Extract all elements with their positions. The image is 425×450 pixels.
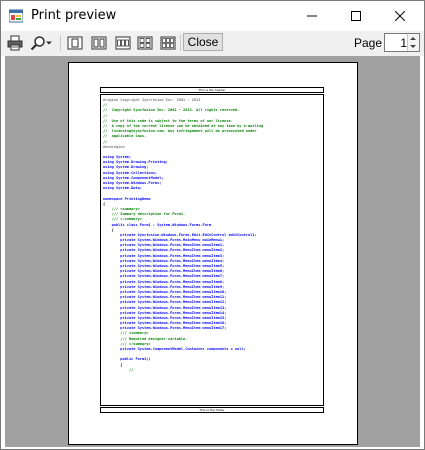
preview-page: This is the header #region Copyright Syn… — [68, 62, 358, 445]
chevron-down-icon — [46, 41, 52, 45]
window-title: Print preview — [31, 8, 117, 23]
maximize-button[interactable] — [334, 1, 378, 31]
page-header: This is the header — [100, 87, 324, 93]
minimize-icon — [307, 15, 317, 17]
two-pages-icon — [91, 36, 107, 50]
page-footer: This is the footer — [100, 407, 324, 413]
six-pages-icon — [160, 36, 176, 50]
four-pages-icon — [137, 36, 153, 50]
toolbar-separator — [60, 35, 61, 51]
one-page-icon — [67, 36, 83, 50]
page-stepper[interactable] — [384, 33, 420, 52]
zoom-button[interactable] — [26, 33, 56, 53]
app-icon — [9, 9, 23, 23]
preview-toolbar: Close Page — [1, 31, 424, 56]
print-button[interactable] — [4, 33, 26, 53]
page-label: Page — [354, 36, 383, 50]
close-window-button[interactable] — [378, 1, 422, 31]
three-pages-icon — [115, 36, 131, 50]
chevron-up-icon[interactable] — [410, 37, 416, 40]
code-listing: #region Copyright Syncfusion Inc. 2001 -… — [103, 98, 321, 373]
magnifier-icon — [30, 36, 45, 51]
three-pages-button[interactable] — [113, 33, 133, 53]
code-line: // — [103, 367, 134, 372]
title-bar: Print preview — [1, 1, 424, 31]
printer-icon — [7, 35, 23, 51]
print-preview-window: Print preview Close Page 1 This is the h… — [0, 0, 425, 450]
page-content: #region Copyright Syncfusion Inc. 2001 -… — [100, 94, 324, 406]
maximize-icon — [351, 11, 361, 21]
minimize-button[interactable] — [290, 1, 334, 31]
close-icon — [395, 11, 405, 21]
four-pages-button[interactable] — [135, 33, 155, 53]
preview-area[interactable]: This is the header #region Copyright Syn… — [5, 56, 420, 447]
stepper-arrows[interactable] — [407, 34, 419, 51]
chevron-down-icon[interactable] — [410, 45, 416, 48]
page-number-input[interactable] — [387, 36, 407, 50]
two-pages-button[interactable] — [89, 33, 109, 53]
toolbar-separator — [180, 35, 181, 51]
one-page-button[interactable] — [65, 33, 85, 53]
six-pages-button[interactable] — [158, 33, 178, 53]
close-button[interactable]: Close — [183, 33, 223, 51]
